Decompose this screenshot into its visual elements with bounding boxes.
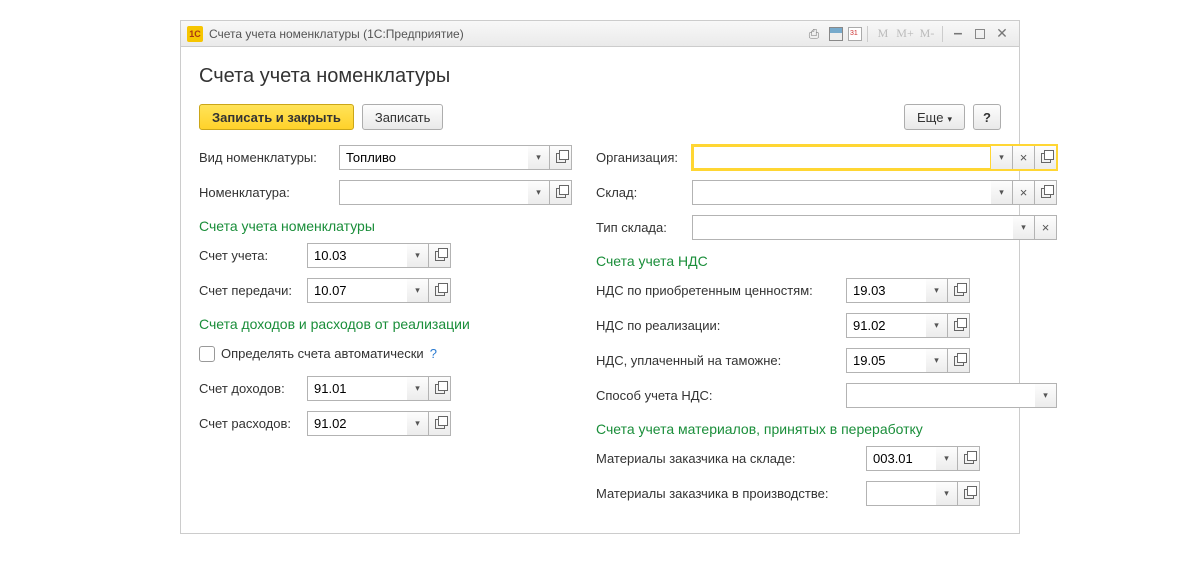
more-label: Еще (917, 110, 943, 125)
save-button[interactable]: Записать (362, 104, 444, 130)
dropdown-icon[interactable] (528, 180, 550, 205)
vat-method-input[interactable] (846, 383, 1035, 408)
materials-wh-label: Материалы заказчика на складе: (596, 451, 866, 466)
clear-icon[interactable] (1013, 145, 1035, 170)
app-window: 1C Счета учета номенклатуры (1С:Предприя… (180, 20, 1020, 534)
warehouse-type-input[interactable] (692, 215, 1013, 240)
open-icon[interactable] (958, 446, 980, 471)
dropdown-icon[interactable] (1013, 215, 1035, 240)
section-vat-title: Счета учета НДС (596, 253, 1057, 269)
nomenclature-input[interactable] (339, 180, 528, 205)
memory-m-button[interactable]: M (873, 25, 893, 43)
separator (867, 26, 868, 42)
app-logo: 1C (187, 26, 203, 42)
open-icon[interactable] (429, 278, 451, 303)
dropdown-icon[interactable] (936, 446, 958, 471)
memory-mplus-button[interactable]: M+ (895, 25, 915, 43)
help-button[interactable]: ? (973, 104, 1001, 130)
nomenclature-label: Номенклатура: (199, 185, 339, 200)
account-label: Счет учета: (199, 248, 307, 263)
open-icon[interactable] (1035, 145, 1057, 170)
chevron-down-icon (947, 110, 952, 125)
dropdown-icon[interactable] (407, 376, 429, 401)
toolbar: Записать и закрыть Записать Еще ? (199, 104, 1001, 130)
vat-customs-input[interactable] (846, 348, 926, 373)
titlebar: 1C Счета учета номенклатуры (1С:Предприя… (181, 21, 1019, 47)
warehouse-label: Склад: (596, 185, 692, 200)
dropdown-icon[interactable] (991, 145, 1013, 170)
vat-method-label: Способ учета НДС: (596, 388, 846, 403)
open-icon[interactable] (948, 348, 970, 373)
open-icon[interactable] (550, 145, 572, 170)
page-title: Счета учета номенклатуры (199, 65, 1001, 88)
memory-mminus-button[interactable]: M- (917, 25, 937, 43)
clear-icon[interactable] (1013, 180, 1035, 205)
save-and-close-button[interactable]: Записать и закрыть (199, 104, 354, 130)
nomenclature-type-input[interactable] (339, 145, 528, 170)
materials-wh-input[interactable] (866, 446, 936, 471)
dropdown-icon[interactable] (926, 313, 948, 338)
section-materials-title: Счета учета материалов, принятых в перер… (596, 421, 1057, 437)
income-account-label: Счет доходов: (199, 381, 307, 396)
vat-sales-input[interactable] (846, 313, 926, 338)
expense-account-input[interactable] (307, 411, 407, 436)
open-icon[interactable] (429, 411, 451, 436)
open-icon[interactable] (429, 376, 451, 401)
dropdown-icon[interactable] (926, 278, 948, 303)
calculator-icon[interactable] (826, 25, 846, 43)
close-icon[interactable]: ✕ (992, 25, 1012, 43)
calendar-icon[interactable] (848, 27, 862, 41)
open-icon[interactable] (550, 180, 572, 205)
organization-input[interactable] (692, 145, 991, 170)
income-account-input[interactable] (307, 376, 407, 401)
expense-account-label: Счет расходов: (199, 416, 307, 431)
dropdown-icon[interactable] (991, 180, 1013, 205)
open-icon[interactable] (1035, 180, 1057, 205)
window-title: Счета учета номенклатуры (1С:Предприятие… (209, 27, 464, 41)
organization-label: Организация: (596, 150, 692, 165)
auto-accounts-label: Определять счета автоматически (221, 346, 424, 361)
minimize-icon[interactable]: – (948, 25, 968, 43)
materials-prod-input[interactable] (866, 481, 936, 506)
separator (942, 26, 943, 42)
dropdown-icon[interactable] (936, 481, 958, 506)
more-button[interactable]: Еще (904, 104, 965, 130)
warehouse-input[interactable] (692, 180, 991, 205)
dropdown-icon[interactable] (1035, 383, 1057, 408)
section-accounts-title: Счета учета номенклатуры (199, 218, 572, 234)
dropdown-icon[interactable] (926, 348, 948, 373)
vat-customs-label: НДС, уплаченный на таможне: (596, 353, 846, 368)
vat-purchase-input[interactable] (846, 278, 926, 303)
open-icon[interactable] (958, 481, 980, 506)
open-icon[interactable] (429, 243, 451, 268)
dropdown-icon[interactable] (407, 243, 429, 268)
vat-purchase-label: НДС по приобретенным ценностям: (596, 283, 846, 298)
account-input[interactable] (307, 243, 407, 268)
warehouse-type-label: Тип склада: (596, 220, 692, 235)
materials-prod-label: Материалы заказчика в производстве: (596, 486, 866, 501)
maximize-icon[interactable] (970, 25, 990, 43)
clear-icon[interactable] (1035, 215, 1057, 240)
dropdown-icon[interactable] (407, 411, 429, 436)
section-income-title: Счета доходов и расходов от реализации (199, 316, 572, 332)
open-icon[interactable] (948, 278, 970, 303)
dropdown-icon[interactable] (528, 145, 550, 170)
transfer-account-input[interactable] (307, 278, 407, 303)
auto-accounts-checkbox[interactable] (199, 346, 215, 362)
dropdown-icon[interactable] (407, 278, 429, 303)
nomenclature-type-label: Вид номенклатуры: (199, 150, 339, 165)
transfer-account-label: Счет передачи: (199, 283, 307, 298)
open-icon[interactable] (948, 313, 970, 338)
print-icon[interactable] (804, 25, 824, 43)
vat-sales-label: НДС по реализации: (596, 318, 846, 333)
help-hint-icon[interactable]: ? (430, 346, 437, 361)
